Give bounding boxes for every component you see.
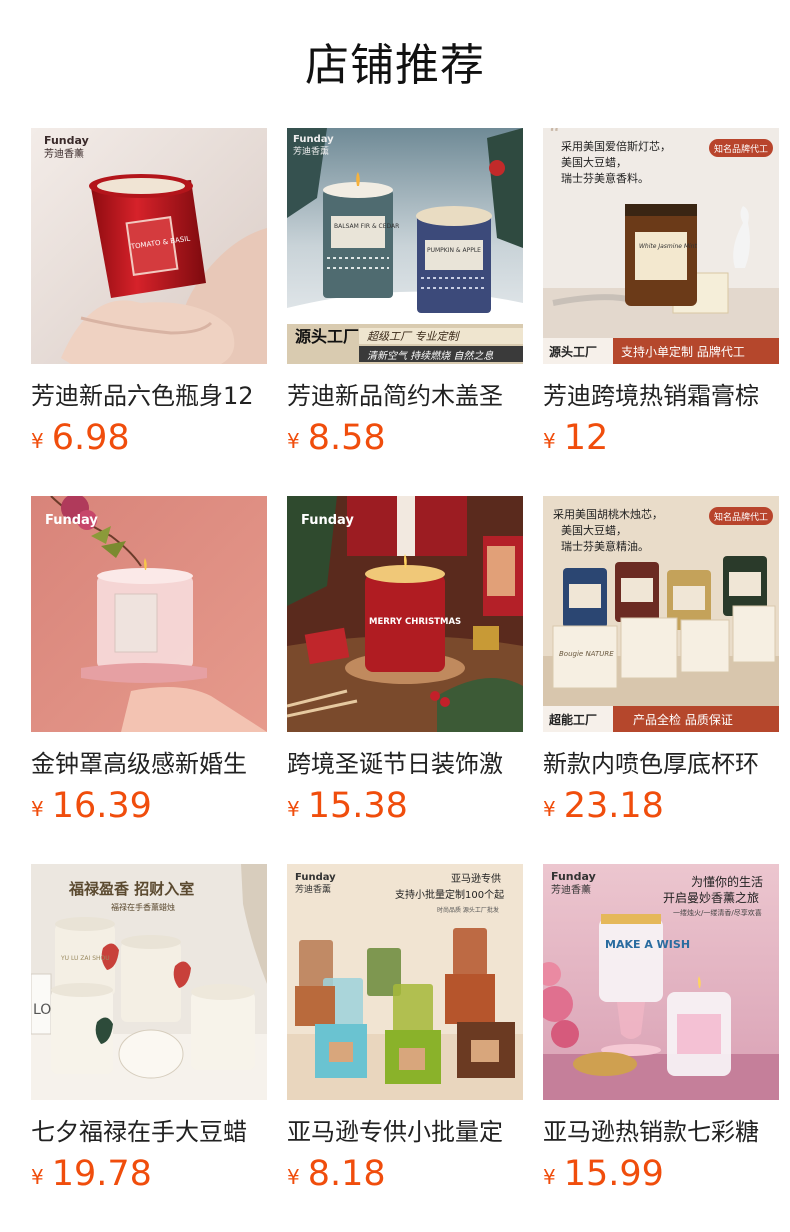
product-name[interactable]: 七夕福禄在手大豆蜡 [31,1112,271,1152]
brand-logo-cn: 芳迪香薰 [293,145,329,157]
product-image[interactable]: Funday 芳迪香薰 亚马逊专供 支持小批量定制100个起 时尚品质 源头工厂… [287,864,523,1100]
product-image[interactable]: Funday [31,496,267,732]
product-name[interactable]: 金钟罩高级感新婚生 [31,744,271,784]
product-name[interactable]: 芳迪新品六色瓶身12 [31,376,271,416]
product-price: ¥15.99 [543,1150,664,1198]
currency-symbol: ¥ [31,797,44,821]
image-line: 为懂你的生活 [691,874,763,889]
product-name[interactable]: 亚马逊专供小批量定 [287,1112,527,1152]
brand-logo: Funday [293,134,334,145]
jar-label-text: White Jasmine Mint [639,243,697,250]
price-amount: 6.98 [51,418,130,458]
price-amount: 8.58 [307,418,386,458]
currency-symbol: ¥ [543,797,556,821]
footer-label: 产品全检 品质保证 [633,712,733,727]
image-headline: 福禄盈香 招财入室 [68,880,194,898]
product-image[interactable]: White Jasmine Mint “ 采用美国爱倍斯灯芯， 美国大豆蜡， 瑞… [543,128,779,364]
badge-text: 知名品牌代工 [714,511,768,523]
currency-symbol: ¥ [31,1165,44,1189]
brand-logo-cn: 芳迪香薰 [295,883,331,895]
brand-logo-cn: 芳迪香薰 [551,883,591,896]
currency-symbol: ¥ [543,429,556,453]
currency-symbol: ¥ [287,429,300,453]
quote-line: 采用美国胡桃木烛芯， [553,507,663,521]
currency-symbol: ¥ [543,1165,556,1189]
product-price: ¥6.98 [31,414,130,462]
product-price: ¥23.18 [543,782,664,830]
product-name[interactable]: 芳迪跨境热销霜膏棕 [543,376,783,416]
product-price: ¥16.39 [31,782,152,830]
side-text: LO [33,1002,51,1018]
currency-symbol: ¥ [287,797,300,821]
image-headline: 亚马逊专供 [451,872,501,885]
jar-label-text: MERRY CHRISTMAS [369,617,461,627]
product-name[interactable]: 芳迪新品简约木盖圣 [287,376,527,416]
product-name[interactable]: 亚马逊热销款七彩糖 [543,1112,783,1152]
brand-logo: Funday [301,513,354,528]
product-image[interactable]: MAKE A WISH Funday 芳迪香薰 为懂你的生活 开启曼妙香薰之旅 … [543,864,779,1100]
price-amount: 16.39 [51,786,152,826]
quote-line: 采用美国爱倍斯灯芯， [561,139,671,153]
box-label-text: Bougie NATURE [559,650,614,658]
jar-label-text: PUMPKIN & APPLE [427,247,481,254]
product-price: ¥8.58 [287,414,386,462]
footer-label: 超能工厂 [548,712,597,727]
brand-logo: Funday [551,870,596,883]
price-amount: 8.18 [307,1154,386,1194]
brand-logo-cn: 芳迪香薰 [44,147,84,160]
product-name[interactable]: 跨境圣诞节日装饰激 [287,744,527,784]
image-line: 开启曼妙香薰之旅 [663,891,759,905]
brand-logo: Funday [45,513,98,528]
image-subline: 支持小批量定制100个起 [395,888,504,901]
image-line: 一缕烛火/一缕清香/尽享欢喜 [673,908,762,917]
currency-symbol: ¥ [287,1165,300,1189]
svg-text:“: “ [549,128,560,148]
product-price: ¥19.78 [31,1150,152,1198]
product-image[interactable]: Bougie NATURE 采用美国胡桃木烛芯， 美国大豆蜡， 瑞士芬美意精油。… [543,496,779,732]
product-image[interactable]: TOMATO & BASIL Funday 芳迪香薰 [31,128,267,364]
brand-logo: Funday [295,872,336,883]
product-price: ¥12 [543,414,608,462]
image-subline: 福禄在手香薰蜡烛 [111,902,175,912]
price-amount: 23.18 [563,786,664,826]
jar-label-text: YU LU ZAI SHOU [60,955,110,962]
product-image[interactable]: MERRY CHRISTMAS Funday [287,496,523,732]
product-name[interactable]: 新款内喷色厚底杯环 [543,744,783,784]
price-amount: 19.78 [51,1154,152,1194]
footer-label: 源头工厂 [549,344,597,359]
price-amount: 12 [563,418,609,458]
currency-symbol: ¥ [31,429,44,453]
banner-text: 清新空气 持续燃烧 自然之息 [367,350,493,362]
quote-line: 瑞士芬美意香料。 [561,171,649,185]
badge-text: 知名品牌代工 [714,143,768,155]
price-amount: 15.38 [307,786,408,826]
product-price: ¥15.38 [287,782,408,830]
banner-text: 超级工厂 专业定制 [367,330,460,343]
quote-line: 美国大豆蜡， [561,523,627,537]
quote-line: 美国大豆蜡， [561,155,627,169]
jar-label-text: BALSAM FIR & CEDAR [334,223,399,230]
image-note: 时尚品质 源头工厂批发 [437,906,499,914]
brand-logo: Funday [44,134,89,147]
page-title: 店铺推荐 [305,40,485,91]
jar-label-text: MAKE A WISH [605,938,690,951]
quote-line: 瑞士芬美意精油。 [561,539,649,553]
product-price: ¥8.18 [287,1150,386,1198]
product-image[interactable]: LO YU LU ZAI SHOU 福禄盈香 招财入室 福禄在手香薰蜡烛 [31,864,267,1100]
price-amount: 15.99 [563,1154,664,1194]
corner-label: 源头工厂 [295,327,359,346]
product-image[interactable]: BALSAM FIR & CEDAR PUMPKIN & APPLE 超级工厂 … [287,128,523,364]
footer-label: 支持小单定制 品牌代工 [621,344,745,359]
